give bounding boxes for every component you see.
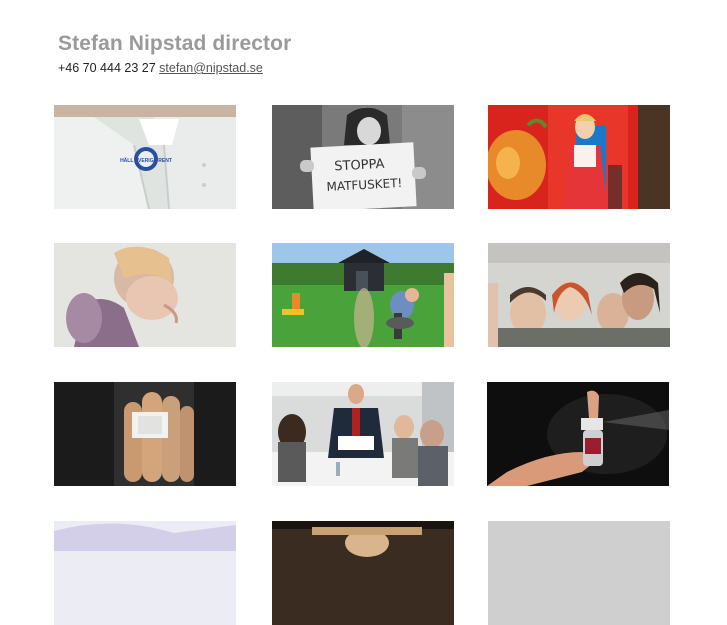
thumb-white-jacket-badge[interactable]: HÄLL SVERIGE RENT xyxy=(54,105,236,209)
thumb-meeting-room[interactable] xyxy=(272,382,454,486)
thumb-woman-profile[interactable] xyxy=(54,243,236,347)
thumbnail-grid: HÄLL SVERIGE RENT STOPPA MATFUSKET! xyxy=(0,0,727,625)
thumb-hand-spray-bottle[interactable] xyxy=(487,382,669,486)
badge-text: HÄLL SVERIGE RENT xyxy=(120,157,172,164)
thumb-garden-barbecue[interactable] xyxy=(272,243,454,347)
thumb-protest-sign[interactable]: STOPPA MATFUSKET! xyxy=(272,105,454,209)
thumb-orange-cartoon[interactable] xyxy=(488,105,670,209)
svg-text:STOPPA: STOPPA xyxy=(334,157,385,175)
thumb-bandaged-fingers[interactable] xyxy=(54,382,236,486)
thumb-row4-col1[interactable] xyxy=(54,521,236,625)
thumb-laughing-group[interactable] xyxy=(488,243,670,347)
thumb-row4-col3[interactable] xyxy=(488,521,670,625)
thumb-row4-col2[interactable] xyxy=(272,521,454,625)
